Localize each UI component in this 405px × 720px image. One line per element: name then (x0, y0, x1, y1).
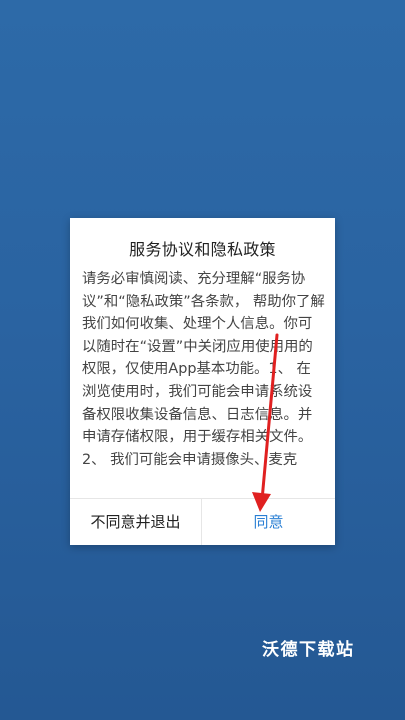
dialog-footer: 不同意并退出 同意 (70, 498, 335, 545)
watermark-text: 沃德下载站 (262, 640, 355, 660)
dialog-body-scroll[interactable]: 请务必审慎阅读、充分理解“服务协议”和“隐私政策”各条款， 帮助你了解我们如何收… (82, 268, 325, 492)
dialog-title: 服务协议和隐私政策 (129, 240, 276, 259)
privacy-dialog: 服务协议和隐私政策 请务必审慎阅读、充分理解“服务协议”和“隐私政策”各条款， … (70, 218, 335, 545)
disagree-exit-button[interactable]: 不同意并退出 (70, 499, 202, 545)
dialog-body-text: 请务必审慎阅读、充分理解“服务协议”和“隐私政策”各条款， 帮助你了解我们如何收… (82, 271, 325, 468)
agree-button[interactable]: 同意 (202, 499, 335, 545)
